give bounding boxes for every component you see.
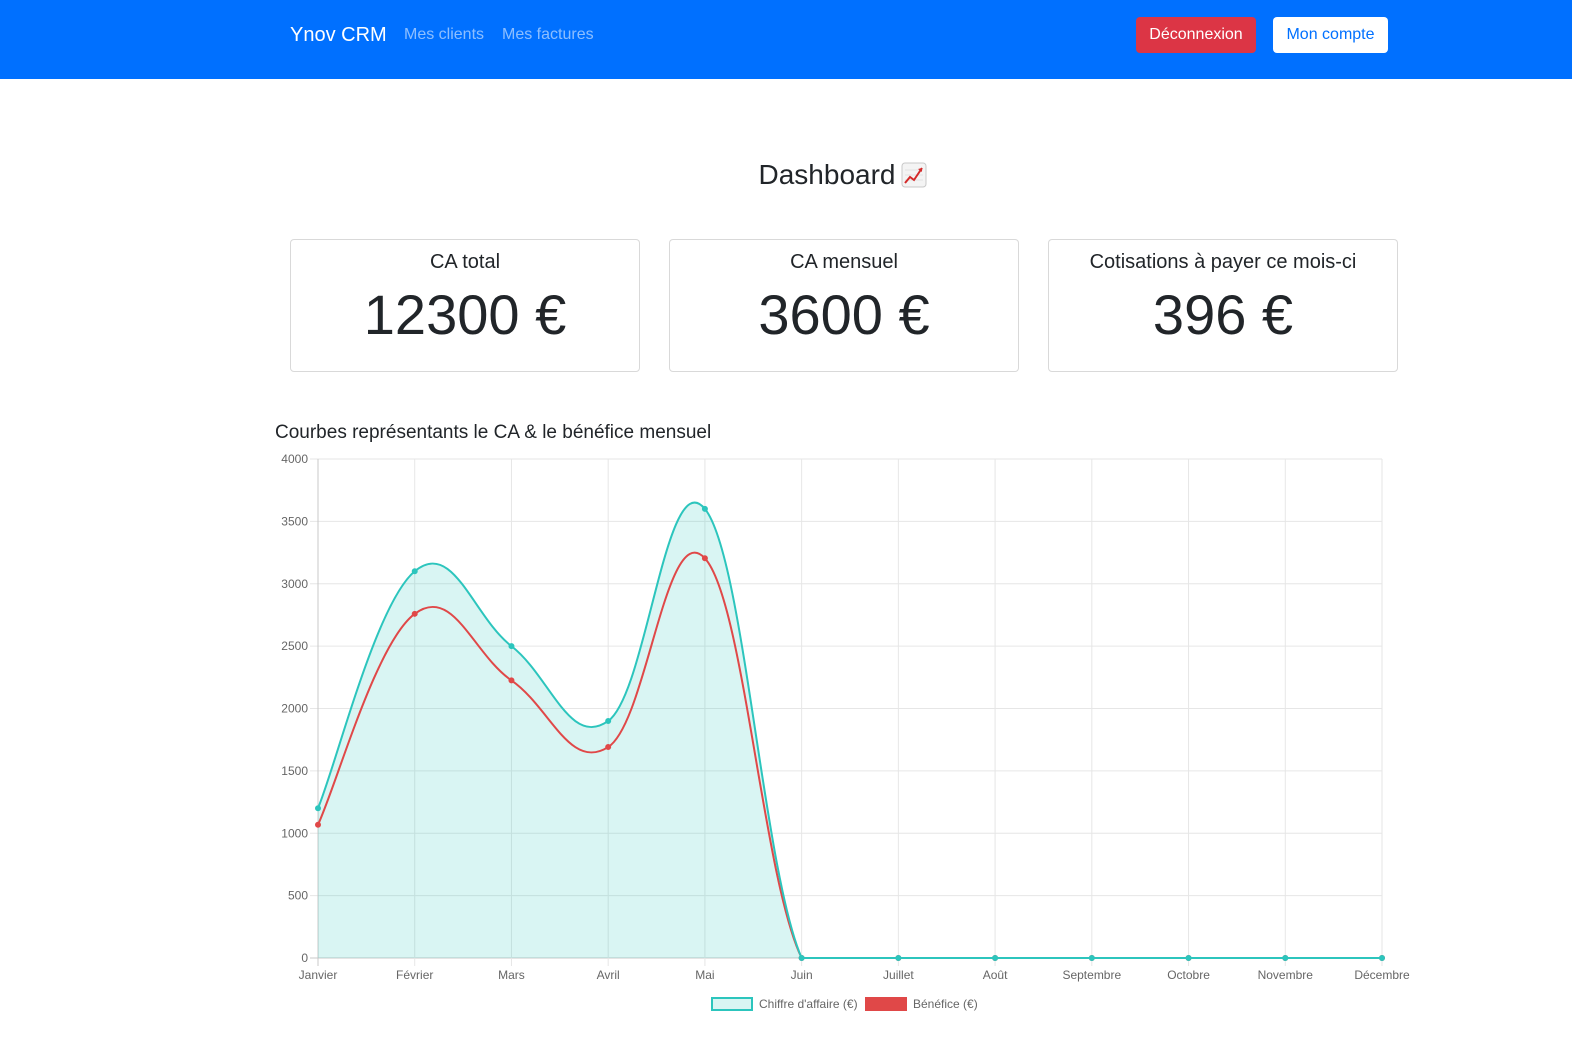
- data-point: [798, 955, 805, 961]
- x-tick-label: Février: [396, 968, 433, 982]
- x-tick-label: Juillet: [883, 968, 914, 982]
- y-tick-label: 500: [288, 889, 308, 903]
- x-tick-label: Janvier: [299, 968, 338, 982]
- data-point: [1088, 955, 1095, 961]
- x-tick-label: Août: [983, 968, 1008, 982]
- data-point: [315, 821, 321, 828]
- data-point: [605, 717, 612, 724]
- y-tick-label: 4000: [281, 452, 308, 466]
- data-point: [701, 505, 708, 512]
- x-tick-label: Mars: [498, 968, 525, 982]
- data-point: [411, 568, 418, 575]
- x-tick-label: Juin: [791, 968, 813, 982]
- y-tick-label: 1500: [281, 764, 308, 778]
- line-chart: 0 500 1000 1500 2000 2500 3000 3500 4000 Janvier F…: [281, 452, 1410, 1011]
- legend-label: Bénéfice (€): [913, 997, 978, 1011]
- y-tick-label: 0: [301, 951, 308, 965]
- data-point: [508, 643, 515, 650]
- y-tick-label: 2000: [281, 702, 308, 716]
- x-tick-label: Novembre: [1258, 968, 1314, 982]
- data-point: [1185, 955, 1192, 961]
- data-point: [1379, 955, 1385, 961]
- data-point: [701, 555, 708, 562]
- y-tick-label: 3500: [281, 514, 308, 528]
- data-point: [992, 955, 999, 961]
- data-point: [1282, 955, 1289, 961]
- x-tick-label: Décembre: [1354, 968, 1410, 982]
- data-point: [605, 744, 612, 751]
- data-point: [508, 677, 515, 684]
- y-tick-label: 2500: [281, 639, 308, 653]
- y-tick-label: 1000: [281, 826, 308, 840]
- x-tick-label: Mai: [695, 968, 714, 982]
- x-tick-label: Avril: [597, 968, 620, 982]
- legend-swatch: [865, 997, 907, 1011]
- data-point: [411, 610, 418, 617]
- data-point: [895, 955, 902, 961]
- legend-swatch: [711, 997, 753, 1011]
- x-tick-label: Septembre: [1062, 968, 1121, 982]
- x-tick-label: Octobre: [1167, 968, 1210, 982]
- y-tick-label: 3000: [281, 577, 308, 591]
- data-point: [315, 805, 321, 812]
- legend-label: Chiffre d'affaire (€): [759, 997, 858, 1011]
- series-area-fill: [318, 502, 1382, 958]
